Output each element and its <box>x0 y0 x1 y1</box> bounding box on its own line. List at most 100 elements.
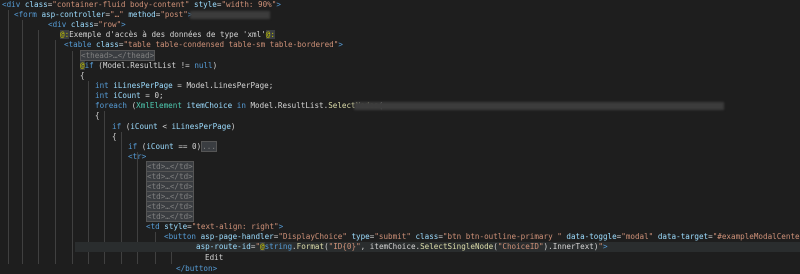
code-line[interactable]: <button asp-page-handler="DisplayChoice"… <box>164 232 800 242</box>
code-token: <form <box>14 10 42 19</box>
indent-guide <box>88 81 89 264</box>
code-token: Model.ResultList. <box>245 101 329 110</box>
code-token: ).InnerText) <box>543 242 599 251</box>
folded-region[interactable]: <thead>…</thead> <box>80 50 156 61</box>
code-line[interactable]: int iLinesPerPage = Model.LinesPerPage; <box>95 81 273 91</box>
folded-region[interactable]: <td>…</td> <box>146 211 194 222</box>
code-token: ( <box>127 101 137 110</box>
code-token: { <box>95 111 100 120</box>
code-line[interactable]: @:Exemple d'accès à des données de type … <box>60 30 275 40</box>
code-token: > <box>278 222 284 231</box>
code-line[interactable]: <table class="table table-condensed tabl… <box>64 40 343 50</box>
code-line[interactable]: <tr> <box>128 152 146 162</box>
code-token: "table table-condensed table-sm table-bo… <box>123 40 339 49</box>
code-token: > <box>603 242 608 251</box>
code-token: null <box>194 61 213 70</box>
code-token: "text-align: right" <box>191 222 279 231</box>
code-token: asp-page-handler <box>200 232 274 241</box>
code-token: "row" <box>98 20 122 29</box>
code-token: asp-route-id <box>196 242 251 251</box>
redacted-region <box>190 11 270 19</box>
code-token: if <box>112 122 122 131</box>
code-token: itemChoice <box>181 101 233 110</box>
code-line[interactable]: if (iCount < iLinesPerPage) <box>112 122 235 132</box>
code-token: Edit <box>205 253 224 262</box>
code-token: iLinesPerPage <box>108 81 173 90</box>
code-token: Exemple d'accès à des données de type 'x… <box>69 30 266 39</box>
code-token: SelectSingleNode <box>420 242 494 251</box>
code-token: "container-fluid body-content" <box>52 0 190 9</box>
code-token: "modal" <box>621 232 654 241</box>
code-token: int <box>95 91 109 100</box>
code-token: (Model.ResultList != <box>93 61 195 70</box>
code-token: class <box>70 20 94 29</box>
code-line[interactable]: <form asp-controller="…" method="post"> <box>14 10 192 20</box>
code-token: iCount <box>146 142 174 151</box>
code-token: { <box>80 71 85 80</box>
code-token: ) <box>212 61 218 70</box>
code-line[interactable]: <div class="row"> <box>48 20 126 30</box>
code-token: <div <box>48 20 71 29</box>
code-line[interactable]: </button> <box>176 264 217 274</box>
code-line[interactable]: { <box>112 132 117 142</box>
code-token: type <box>346 232 370 241</box>
code-token: iCount <box>108 91 141 100</box>
code-line[interactable]: { <box>95 111 100 121</box>
code-token: class <box>96 40 119 49</box>
indent-guide <box>38 30 39 264</box>
code-token: <div <box>2 0 25 9</box>
code-token: class <box>24 0 48 9</box>
code-token: <tr> <box>128 152 147 161</box>
code-token: int <box>95 81 109 90</box>
code-token: <table <box>64 40 97 49</box>
code-token: ) <box>230 122 236 131</box>
code-line[interactable]: <td>…</td> <box>146 211 194 222</box>
code-token: asp-controller <box>41 10 106 19</box>
code-editor[interactable]: <div class="container-fluid body-content… <box>0 0 800 274</box>
code-token: == 0) <box>173 142 202 151</box>
code-token: "…" <box>110 10 124 19</box>
code-token: iLinesPerPage <box>171 122 231 131</box>
code-token: foreach <box>95 101 128 110</box>
code-token: if <box>128 142 138 151</box>
code-line[interactable]: asp-route-id="@string.Format("ID{0}", it… <box>196 242 608 252</box>
indent-guide <box>72 51 73 264</box>
code-token: string <box>264 242 293 251</box>
code-token: , itemChoice. <box>360 242 421 251</box>
code-token: "ID{0}" <box>328 242 361 251</box>
code-token: "btn btn-outline-primary " <box>442 232 562 241</box>
code-token: data-toggle <box>561 232 617 241</box>
indent-guide <box>55 40 56 264</box>
code-token: = Model.LinesPerPage; <box>172 81 274 90</box>
code-token: "DisplayChoice" <box>278 232 347 241</box>
code-token: <button <box>164 232 201 241</box>
indent-guide <box>8 10 9 264</box>
code-token: <td <box>146 222 165 231</box>
code-token: method <box>123 10 156 19</box>
code-line[interactable]: <thead>…</thead> <box>80 50 156 61</box>
code-token: @: <box>60 30 70 39</box>
code-token: class <box>410 232 439 241</box>
code-token: > <box>338 40 343 49</box>
code-token: ( <box>137 142 147 151</box>
code-token: style <box>164 222 188 231</box>
code-token: "submit" <box>374 232 411 241</box>
redacted-region <box>354 102 724 110</box>
indent-guide <box>22 20 23 264</box>
code-line[interactable]: @if (Model.ResultList != null) <box>80 61 217 71</box>
code-line[interactable]: foreach (XmlElement itemChoice in Model.… <box>95 101 383 111</box>
code-token: @: <box>265 30 275 39</box>
code-line[interactable]: <div class="container-fluid body-content… <box>2 0 281 10</box>
code-token: XmlElement <box>136 101 182 110</box>
code-line[interactable]: int iCount = 0; <box>95 91 164 101</box>
code-line[interactable]: if (iCount == 0)... <box>128 141 217 152</box>
code-token: if <box>84 61 94 70</box>
code-line[interactable]: Edit <box>205 253 223 263</box>
code-token: in <box>232 101 246 110</box>
folded-region[interactable]: ... <box>201 141 217 152</box>
code-line[interactable]: <td style="text-align: right"> <box>146 222 283 232</box>
code-token: > <box>121 20 126 29</box>
code-token: style <box>189 0 217 9</box>
code-line[interactable]: { <box>80 71 85 81</box>
code-token: </button> <box>176 264 218 273</box>
